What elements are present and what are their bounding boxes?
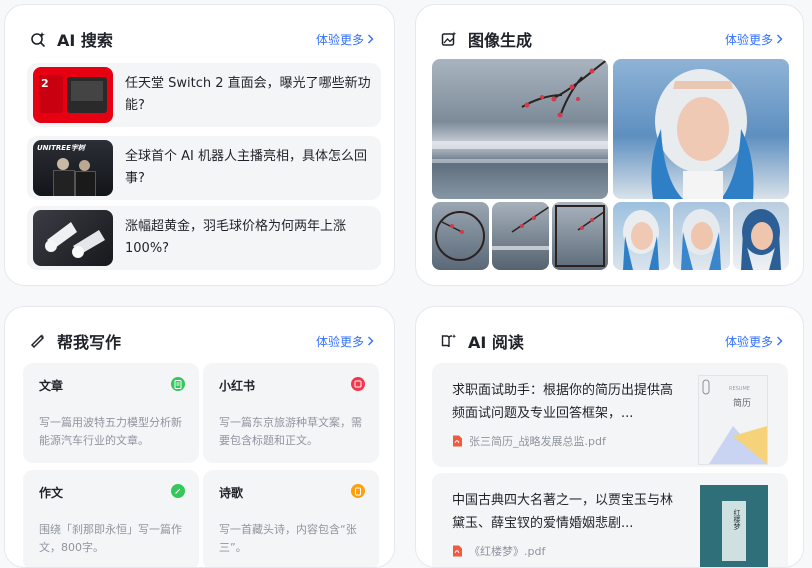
image-gen-more-link[interactable]: 体验更多 [725, 31, 783, 48]
writing-header: 帮我写作 体验更多 [29, 329, 374, 353]
badminton-thumbnail [33, 210, 113, 266]
generated-image-thumb[interactable] [492, 202, 549, 270]
file-attachment[interactable]: 张三简历_战略发展总监.pdf [452, 433, 606, 449]
plum-thumb-illustration [435, 211, 485, 261]
portrait-thumb-illustration [741, 209, 781, 270]
shuttlecock-icon [45, 222, 105, 258]
reading-item-book[interactable]: 中国古典四大名著之一，以贾宝玉与林黛玉、薛宝钗的爱情婚姻悲剧... 《红楼梦》.… [432, 473, 788, 567]
ai-reading-card: AI 阅读 体验更多 求职面试助手：根据你的简历出提供高频面试问题及专业回答框架… [415, 306, 804, 568]
ai-reading-header: AI 阅读 体验更多 [440, 329, 783, 353]
generated-image-thumb[interactable] [552, 202, 608, 270]
image-gen-icon [440, 30, 458, 48]
plum-thumb-illustration [555, 205, 605, 267]
generated-image-thumb[interactable] [673, 202, 730, 270]
file-name: 《红楼梦》.pdf [469, 545, 546, 558]
ai-search-more-link[interactable]: 体验更多 [316, 31, 374, 48]
essay-icon [171, 484, 185, 498]
generated-image-portrait[interactable] [613, 59, 789, 199]
tile-description: 写一篇东京旅游种草文案，需要包含标题和正文。 [219, 416, 362, 447]
tile-description: 围绕「刹那即永恒」写一篇作文，800字。 [39, 523, 182, 554]
portrait-illustration [651, 69, 754, 199]
pdf-icon [453, 435, 462, 447]
news-item[interactable]: 2 任天堂 Switch 2 直面会，曝光了哪些新功能? [27, 63, 381, 127]
tile-description: 写一首藏头诗，内容包含“张三”。 [219, 523, 357, 554]
pdf-icon [453, 545, 462, 557]
ai-search-header: AI 搜索 体验更多 [29, 27, 374, 51]
image-gen-header: 图像生成 体验更多 [440, 27, 783, 51]
article-icon [171, 377, 185, 391]
image-gen-title: 图像生成 [468, 31, 533, 50]
file-name: 张三简历_战略发展总监.pdf [469, 435, 606, 448]
switch-thumbnail: 2 [33, 67, 113, 123]
tile-title: 作文 [39, 486, 64, 500]
tile-title: 文章 [39, 379, 64, 393]
writing-more-link[interactable]: 体验更多 [316, 333, 374, 350]
writing-tile-xiaohongshu[interactable]: 小红书 写一篇东京旅游种草文案，需要包含标题和正文。 [203, 363, 379, 463]
ai-search-card: AI 搜索 体验更多 2 任天堂 Switch 2 直面会，曝光了哪些新功能? … [4, 4, 395, 286]
chevron-right-icon [368, 34, 374, 44]
chevron-right-icon [777, 336, 783, 346]
poem-icon [351, 484, 365, 498]
resume-graphic [702, 379, 767, 464]
more-label: 体验更多 [315, 32, 364, 47]
thumb-caption: UNITREE宇树 [37, 144, 85, 152]
plum-branch-illustration [432, 59, 608, 163]
ai-reading-icon [440, 332, 458, 350]
xiaohongshu-icon [351, 377, 365, 391]
reading-summary: 求职面试助手：根据你的简历出提供高频面试问题及专业回答框架，... [452, 383, 674, 421]
chevron-right-icon [777, 34, 783, 44]
generated-image-thumb[interactable] [613, 202, 670, 270]
chevron-right-icon [368, 336, 374, 346]
ai-search-title: AI 搜索 [57, 31, 113, 50]
news-title: 全球首个 AI 机器人主播亮相，具体怎么回事? [125, 149, 367, 186]
tile-title: 诗歌 [219, 486, 244, 500]
generated-image-thumb[interactable] [733, 202, 789, 270]
more-label: 体验更多 [724, 32, 773, 47]
generated-image-thumb[interactable] [432, 202, 489, 270]
portrait-thumb-illustration [623, 210, 659, 270]
news-item[interactable]: 涨幅超黄金，羽毛球价格为何两年上涨100%? [27, 206, 381, 270]
robot-anchor-thumbnail: UNITREE宇树 [33, 140, 113, 196]
more-label: 体验更多 [724, 334, 773, 349]
reading-item-resume[interactable]: 求职面试助手：根据你的简历出提供高频面试问题及专业回答框架，... 张三简历_战… [432, 363, 788, 467]
writing-tile-poem[interactable]: 诗歌 写一首藏头诗，内容包含“张三”。 [203, 470, 379, 567]
writing-card: 帮我写作 体验更多 文章 写一篇用波特五力模型分析新能源汽车行业的文章。 小红书… [4, 306, 395, 568]
image-gen-card: 图像生成 体验更多 [415, 4, 804, 286]
ai-search-icon [29, 30, 47, 48]
resume-thumbnail: RESUME 简历 [698, 375, 768, 465]
tile-description: 写一篇用波特五力模型分析新能源汽车行业的文章。 [39, 416, 182, 447]
more-label: 体验更多 [315, 334, 364, 349]
writing-tile-article[interactable]: 文章 写一篇用波特五力模型分析新能源汽车行业的文章。 [23, 363, 199, 463]
writing-title: 帮我写作 [57, 333, 122, 352]
file-attachment[interactable]: 《红楼梦》.pdf [452, 543, 545, 559]
news-item[interactable]: UNITREE宇树 全球首个 AI 机器人主播亮相，具体怎么回事? [27, 136, 381, 200]
ai-reading-title: AI 阅读 [468, 333, 524, 352]
ai-reading-more-link[interactable]: 体验更多 [725, 333, 783, 350]
writing-tile-essay[interactable]: 作文 围绕「刹那即永恒」写一篇作文，800字。 [23, 470, 199, 567]
tile-title: 小红书 [219, 379, 256, 393]
plum-thumb-illustration [492, 206, 549, 250]
generated-image-plum-sea[interactable] [432, 59, 608, 199]
portrait-thumb-illustration [681, 209, 721, 270]
news-title: 涨幅超黄金，羽毛球价格为何两年上涨100%? [125, 219, 347, 256]
reading-summary: 中国古典四大名著之一，以贾宝玉与林黛玉、薛宝钗的爱情婚姻悲剧... [452, 493, 674, 531]
book-cover-title: 红楼梦 [733, 509, 741, 530]
writing-icon [29, 332, 47, 350]
news-title: 任天堂 Switch 2 直面会，曝光了哪些新功能? [125, 76, 371, 113]
